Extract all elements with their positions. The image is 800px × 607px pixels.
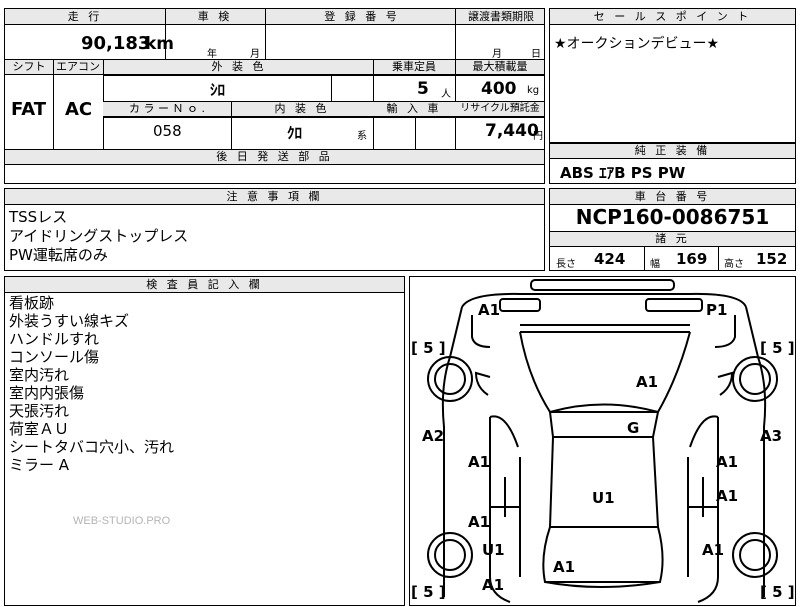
inspector-line-7: 天張汚れ: [9, 402, 70, 420]
caution-line-1: TSSレス: [9, 208, 68, 226]
exterior-color-value: ｼﾛ: [210, 81, 226, 99]
equipment-panel: 純 正 装 備 ABS ｴｱB PS PW: [549, 143, 796, 184]
interior-color-label: 内 装 色: [274, 102, 330, 115]
caution-panel: 注 意 事 項 欄 TSSレス アイドリングストップレス PW運転席のみ: [4, 188, 545, 271]
mark-hood: A1: [636, 373, 659, 391]
car-diagram: [427, 279, 778, 603]
caution-label: 注 意 事 項 欄: [226, 190, 323, 203]
mark-right-fender: A3: [760, 427, 783, 445]
equipment-label: 純 正 装 備: [634, 144, 711, 157]
mark-roof-front: G: [627, 419, 640, 437]
recycle-label: リサイクル預託金: [460, 103, 540, 114]
inspector-line-4: コンソール傷: [9, 348, 100, 366]
tire-fl-tread: [ 5 ]: [411, 339, 446, 357]
sales-point-label: セ ー ル ス ポ イ ン ト: [593, 10, 752, 23]
mark-right-door-rear: A1: [716, 487, 739, 505]
inspector-line-1: 看板跡: [9, 294, 55, 312]
caution-line-3: PW運転席のみ: [9, 246, 108, 264]
aircon-value: AC: [65, 99, 93, 120]
watermark: WEB-STUDIO.PRO: [73, 515, 171, 527]
damage-diagram-panel: A1 P1 A1 G A2 A3 A1 A1 U1 A1 A1 U1 A1 A1…: [409, 276, 796, 606]
mark-roof: U1: [592, 489, 615, 507]
parts-label: 後 日 発 送 部 品: [216, 150, 333, 163]
caution-line-2: アイドリングストップレス: [9, 227, 189, 245]
mark-rear-center: A1: [553, 558, 576, 576]
inspector-line-5: 室内汚れ: [9, 366, 70, 384]
mark-right-quarter: A1: [702, 541, 725, 559]
inspector-line-9: シートタバコ穴小、汚れ: [9, 438, 175, 456]
chassis-label: 車 台 番 号: [634, 190, 711, 203]
vehicle-info-table: 走 行 車 検 登 録 番 号 譲渡書類期限 90,183 km 年 月 月 日…: [4, 8, 545, 184]
capacity-value: 5: [417, 79, 429, 99]
tire-rl-tread: [ 5 ]: [411, 583, 446, 601]
shift-value: FAT: [11, 99, 47, 120]
inspector-panel: 検 査 員 記 入 欄 看板跡 外装うすい線キズ ハンドルすれ コンソール傷 室…: [4, 276, 405, 606]
inspector-line-2: 外装うすい線キズ: [9, 312, 130, 330]
mark-left-quarter: U1: [482, 541, 505, 559]
mileage-unit: km: [145, 34, 175, 54]
registration-label: 登 録 番 号: [324, 10, 400, 23]
mileage-label: 走 行: [67, 10, 103, 23]
exterior-color-label: 外 装 色: [211, 60, 267, 73]
equipment-text: ABS ｴｱB PS PW: [560, 164, 686, 182]
inspector-line-6: 室内内張傷: [9, 384, 85, 402]
mark-front-left: A1: [478, 301, 501, 319]
sales-point-panel: セ ー ル ス ポ イ ン ト ★オークションデビュー★: [549, 8, 796, 143]
color-no-value: 058: [153, 122, 182, 140]
inspector-line-8: 荷室ＡＵ: [9, 420, 70, 438]
mark-right-door-front: A1: [716, 453, 739, 471]
inspection-label: 車 検: [197, 10, 233, 23]
recycle-value: 7,440: [485, 121, 539, 141]
mark-left-door-rear: A1: [468, 513, 491, 531]
specs-label: 諸 元: [655, 232, 690, 245]
capacity-label: 乗車定員: [392, 60, 436, 73]
mark-left-fender: A2: [422, 427, 445, 445]
interior-color-value: ｸﾛ: [287, 124, 303, 142]
height-value: 152: [756, 250, 788, 268]
inspector-line-3: ハンドルすれ: [9, 330, 100, 348]
chassis-panel: 車 台 番 号 NCP160-0086751 諸 元 長さ 424 幅 169 …: [549, 188, 796, 271]
tire-fr-tread: [ 5 ]: [760, 339, 795, 357]
mark-rear-bottom-left: A1: [482, 576, 505, 594]
chassis-number: NCP160-0086751: [575, 205, 770, 229]
mark-left-door-front: A1: [468, 453, 491, 471]
aircon-label: エアコン: [56, 60, 100, 73]
max-load-label: 最大積載量: [472, 60, 528, 73]
shift-label: シフト: [12, 60, 46, 73]
color-no-label: カ ラ ー Ｎ ｏ .: [129, 102, 205, 115]
import-label: 輸 入 車: [386, 102, 442, 115]
length-value: 424: [594, 250, 626, 268]
width-value: 169: [676, 250, 708, 268]
mileage-value: 90,183: [81, 33, 151, 54]
inspector-line-10: ミラー A: [9, 456, 70, 474]
inspector-label: 検 査 員 記 入 欄: [146, 278, 263, 291]
max-load-value: 400: [481, 79, 517, 99]
tire-rr-tread: [ 5 ]: [760, 583, 795, 601]
sales-point-text: ★オークションデビュー★: [554, 36, 720, 52]
mark-front-right: P1: [706, 301, 728, 319]
transfer-deadline-label: 譲渡書類期限: [468, 10, 534, 23]
